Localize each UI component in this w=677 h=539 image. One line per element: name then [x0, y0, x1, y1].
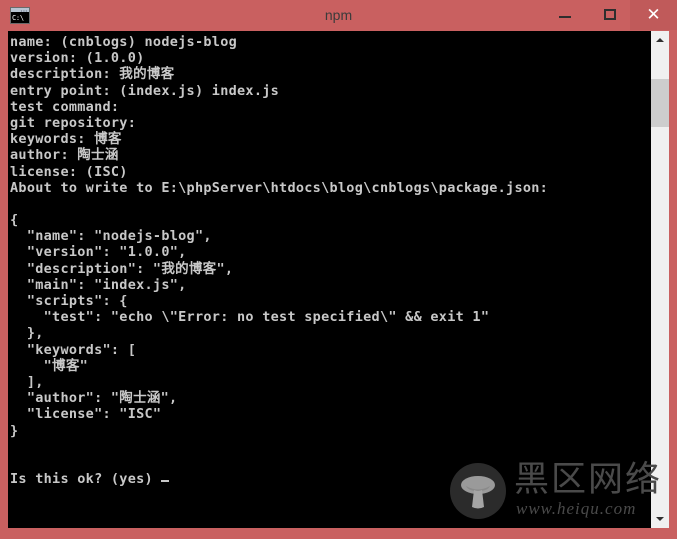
chevron-up-icon: [656, 38, 664, 42]
console-line: "博客": [10, 357, 89, 374]
maximize-icon: [603, 9, 616, 20]
close-icon: ✕: [646, 5, 661, 24]
console-line: test command:: [10, 98, 120, 115]
icon-prompt-text: C:\: [11, 12, 29, 23]
console-line: "version": "1.0.0",: [10, 244, 187, 261]
console-line: About to write to E:\phpServer\htdocs\bl…: [10, 179, 549, 196]
close-button[interactable]: ✕: [630, 0, 677, 30]
console-line: name: (cnblogs) nodejs-blog: [10, 34, 238, 50]
console-text-block: name: (cnblogs) nodejs-blog version: (1.0…: [10, 34, 650, 487]
console-line: },: [10, 325, 44, 342]
maximize-button[interactable]: [587, 0, 632, 30]
console-line: Is this ok? (yes): [10, 471, 650, 487]
console-line: license: (ISC): [10, 163, 128, 180]
chevron-down-icon: [656, 517, 664, 521]
console-line: author: 陶士涵: [10, 147, 119, 164]
cmd-console-icon: ••• C:\: [10, 7, 30, 24]
console-line: "test": "echo \"Error: no test specified…: [10, 309, 490, 326]
text-cursor: [160, 480, 169, 483]
console-line: "scripts": {: [10, 293, 128, 309]
scrollbar-thumb[interactable]: [651, 79, 669, 127]
console-line: entry point: (index.js) index.js: [10, 82, 280, 99]
console-line: "name": "nodejs-blog",: [10, 228, 212, 245]
console-line: "description": "我的博客",: [10, 260, 234, 277]
scroll-down-button[interactable]: [651, 510, 669, 528]
console-line: "author": "陶士涵",: [10, 390, 178, 407]
console-line: "keywords": [: [10, 341, 137, 358]
title-bar: ••• C:\ npm ✕: [0, 0, 677, 31]
console-line: }: [10, 422, 19, 439]
console-line: keywords: 博客: [10, 131, 122, 148]
console-line: "main": "index.js",: [10, 276, 187, 293]
console-line: ],: [10, 373, 44, 390]
minimize-icon: [558, 16, 571, 18]
console-line: git repository:: [10, 114, 137, 131]
scroll-up-button[interactable]: [651, 31, 669, 49]
minimize-button[interactable]: [542, 0, 587, 30]
console-line: {: [10, 212, 19, 229]
console-line: version: (1.0.0): [10, 50, 145, 67]
console-line: description: 我的博客: [10, 66, 175, 83]
console-scrollbar[interactable]: [651, 31, 669, 528]
console-line: "license": "ISC": [10, 406, 162, 423]
npm-console-window: ••• C:\ npm ✕ name: (cnblogs) nodejs-blo…: [0, 0, 677, 539]
console-output-area[interactable]: name: (cnblogs) nodejs-blog version: (1.0…: [8, 31, 669, 528]
